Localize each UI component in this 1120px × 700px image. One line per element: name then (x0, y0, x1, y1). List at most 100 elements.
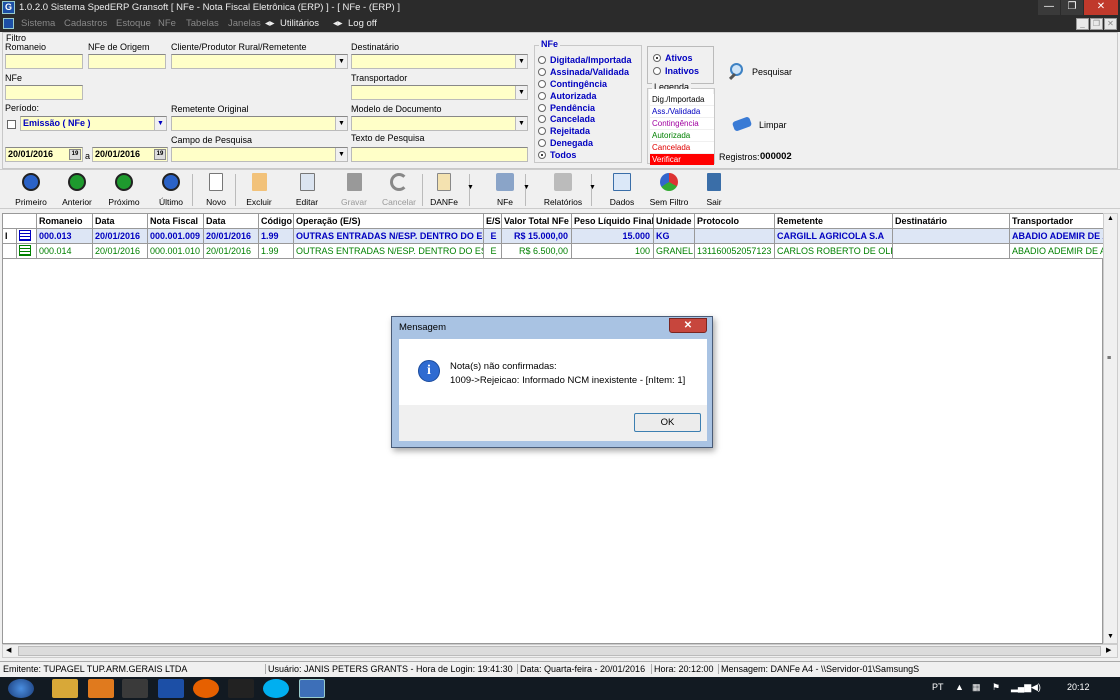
flag-icon[interactable]: ⚑ (992, 682, 1000, 693)
romaneio-field[interactable] (5, 54, 83, 69)
column-header[interactable]: Código (259, 214, 294, 229)
column-header[interactable]: Remetente (775, 214, 893, 229)
chevron-down-icon[interactable]: ▼ (335, 55, 347, 68)
menu-logoff[interactable]: Log off (348, 18, 377, 29)
column-header[interactable]: Data (93, 214, 148, 229)
table-cell[interactable]: E (484, 244, 502, 259)
radio-nfe-5[interactable]: Cancelada (538, 114, 595, 124)
vertical-scrollbar[interactable]: ▲ ≡ ▼ (1103, 213, 1118, 644)
dropdown-arrow-icon[interactable]: ▼ (523, 184, 530, 191)
radio-nfe-6[interactable]: Rejeitada (538, 126, 590, 136)
table-cell[interactable] (695, 229, 775, 244)
menu-tabelas[interactable]: Tabelas (186, 18, 219, 29)
scroll-thumb[interactable] (18, 646, 1101, 656)
chevron-down-icon[interactable]: ▼ (515, 55, 527, 68)
app-icon[interactable] (122, 679, 148, 698)
date-to-field[interactable]: 20/01/2016 19 (92, 147, 168, 162)
table-cell[interactable]: 20/01/2016 (204, 229, 259, 244)
radio-inativos[interactable]: Inativos (653, 66, 699, 76)
texto-pesquisa-field[interactable] (351, 147, 528, 162)
radio-ativos[interactable]: Ativos (653, 53, 693, 63)
maximize-button[interactable]: ❐ (1061, 0, 1083, 15)
menu-nfe[interactable]: NFe (158, 18, 176, 29)
volume-icon[interactable]: ◀) (1031, 682, 1041, 693)
column-header[interactable]: Valor Total NFe (502, 214, 572, 229)
mdi-restore-button[interactable]: ❐ (1090, 18, 1103, 30)
dialog-close-button[interactable]: ✕ (669, 318, 707, 333)
chevron-down-icon[interactable]: ▼ (154, 117, 166, 130)
nfe-field[interactable] (5, 85, 83, 100)
toolbar-button-sair[interactable]: Sair (699, 172, 729, 208)
cliente-select[interactable]: ▼ (171, 54, 348, 69)
toolbar-button-anterior[interactable]: Anterior (58, 172, 96, 208)
row-status-icon[interactable] (17, 229, 37, 244)
menu-estoque[interactable]: Estoque (116, 18, 151, 29)
date-from-field[interactable]: 20/01/2016 19 (5, 147, 83, 162)
menu-sistema[interactable]: Sistema (21, 18, 55, 29)
minimize-button[interactable]: — (1038, 0, 1060, 15)
explorer-icon[interactable] (52, 679, 78, 698)
toolbar-button-nfe[interactable]: NFe (487, 172, 523, 208)
column-header[interactable]: Operação (E/S) (294, 214, 484, 229)
table-cell[interactable]: 1.99 (259, 229, 294, 244)
vlc-icon[interactable] (88, 679, 114, 698)
destinatario-select[interactable]: ▼ (351, 54, 528, 69)
horizontal-scrollbar[interactable]: ◀ ▶ (2, 644, 1118, 658)
menu-cadastros[interactable]: Cadastros (64, 18, 107, 29)
chevron-down-icon[interactable]: ▼ (335, 148, 347, 161)
column-header[interactable]: Peso Líquido Final (572, 214, 654, 229)
firefox-icon[interactable] (193, 679, 219, 698)
scroll-up-icon[interactable]: ▲ (1107, 215, 1114, 222)
column-header[interactable]: Unidade (654, 214, 695, 229)
scroll-right-icon[interactable]: ▶ (1106, 646, 1111, 654)
column-header[interactable]: Protocolo (695, 214, 775, 229)
toolbar-button-sem-filtro[interactable]: Sem Filtro (646, 172, 692, 208)
gransoft-icon[interactable] (158, 679, 184, 698)
chevron-down-icon[interactable]: ▼ (335, 117, 347, 130)
table-cell[interactable]: ABADIO ADEMIR DE ANDRADE (1010, 229, 1104, 244)
table-cell[interactable]: OUTRAS ENTRADAS N/ESP. DENTRO DO ESTADO (294, 229, 484, 244)
periodo-checkbox[interactable] (7, 120, 16, 129)
chevron-down-icon[interactable]: ▼ (515, 86, 527, 99)
toolbar-button-primeiro[interactable]: Primeiro (8, 172, 54, 208)
scroll-down-icon[interactable]: ▼ (1107, 633, 1114, 640)
transportador-select[interactable]: ▼ (351, 85, 528, 100)
toolbar-button-dados[interactable]: Dados (603, 172, 641, 208)
column-header[interactable]: Romaneio (37, 214, 93, 229)
table-cell[interactable]: KG (654, 229, 695, 244)
table-cell[interactable]: 20/01/2016 (93, 229, 148, 244)
close-button[interactable]: ✕ (1084, 0, 1118, 15)
ok-button[interactable]: OK (634, 413, 701, 432)
toolbar-button-danfe[interactable]: DANFe (421, 172, 467, 208)
toolbar-button-excluir[interactable]: Excluir (238, 172, 280, 208)
table-cell[interactable] (893, 229, 1010, 244)
table-cell[interactable]: 100 (572, 244, 654, 259)
spederp-taskbar-icon[interactable] (299, 679, 325, 698)
radio-nfe-3[interactable]: Autorizada (538, 91, 597, 101)
column-header[interactable]: Transportador (1010, 214, 1104, 229)
table-cell[interactable]: ABADIO ADEMIR DE ANDRADE (1010, 244, 1104, 259)
nfe-origem-field[interactable] (88, 54, 166, 69)
pesquisar-button[interactable]: Pesquisar (728, 61, 798, 81)
table-cell[interactable]: 131160052057123 (695, 244, 775, 259)
toolbar-button-último[interactable]: Último (152, 172, 190, 208)
table-cell[interactable]: 000.001.009 (148, 229, 204, 244)
network-icon[interactable]: ▦ (972, 682, 981, 693)
table-cell[interactable]: OUTRAS ENTRADAS N/ESP. DENTRO DO ESTADO (294, 244, 484, 259)
table-cell[interactable]: R$ 6.500,00 (502, 244, 572, 259)
table-cell[interactable] (893, 244, 1010, 259)
menu-utilitarios[interactable]: Utilitários (280, 18, 319, 29)
table-cell[interactable]: 20/01/2016 (93, 244, 148, 259)
table-cell[interactable]: 1.99 (259, 244, 294, 259)
table-cell[interactable]: 000.001.010 (148, 244, 204, 259)
mdi-close-button[interactable]: ✕ (1104, 18, 1117, 30)
tray-arrow-icon[interactable]: ▲ (955, 682, 964, 692)
radio-nfe-4[interactable]: Pendência (538, 103, 595, 113)
table-cell[interactable]: R$ 15.000,00 (502, 229, 572, 244)
radio-nfe-2[interactable]: Contingência (538, 79, 607, 89)
table-cell[interactable]: GRANEL (654, 244, 695, 259)
row-status-icon[interactable] (17, 244, 37, 259)
toolbar-button-novo[interactable]: Novo (199, 172, 233, 208)
toolbar-button-editar[interactable]: Editar (286, 172, 328, 208)
toolbar-button-próximo[interactable]: Próximo (103, 172, 145, 208)
